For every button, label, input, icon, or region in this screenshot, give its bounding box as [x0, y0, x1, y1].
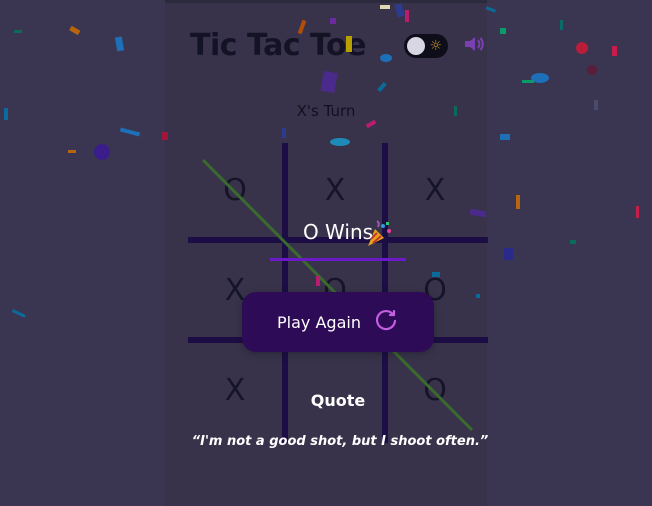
board-cell-9[interactable]: O [388, 343, 482, 437]
toggle-knob [407, 37, 425, 55]
board-cell-7[interactable]: X [188, 343, 282, 437]
result-underline [270, 258, 406, 261]
quote-text: “I'm not a good shot, but I shoot often.… [191, 434, 489, 449]
speaker-icon[interactable] [462, 33, 486, 55]
page-title: Tic Tac Toe [190, 28, 366, 63]
turn-indicator: X's Turn [296, 102, 356, 120]
board-cell-8[interactable] [288, 343, 382, 437]
quote-title: Quote [310, 391, 366, 410]
play-again-button[interactable]: Play Again [242, 292, 434, 352]
right-panel [487, 0, 652, 506]
refresh-icon [373, 307, 399, 337]
party-popper-icon [364, 219, 394, 253]
left-panel [0, 0, 165, 506]
sun-icon: ☼ [429, 38, 442, 54]
board-cell-1[interactable]: O [188, 143, 282, 237]
theme-toggle[interactable]: ☼ [404, 34, 448, 58]
play-again-label: Play Again [277, 312, 361, 332]
